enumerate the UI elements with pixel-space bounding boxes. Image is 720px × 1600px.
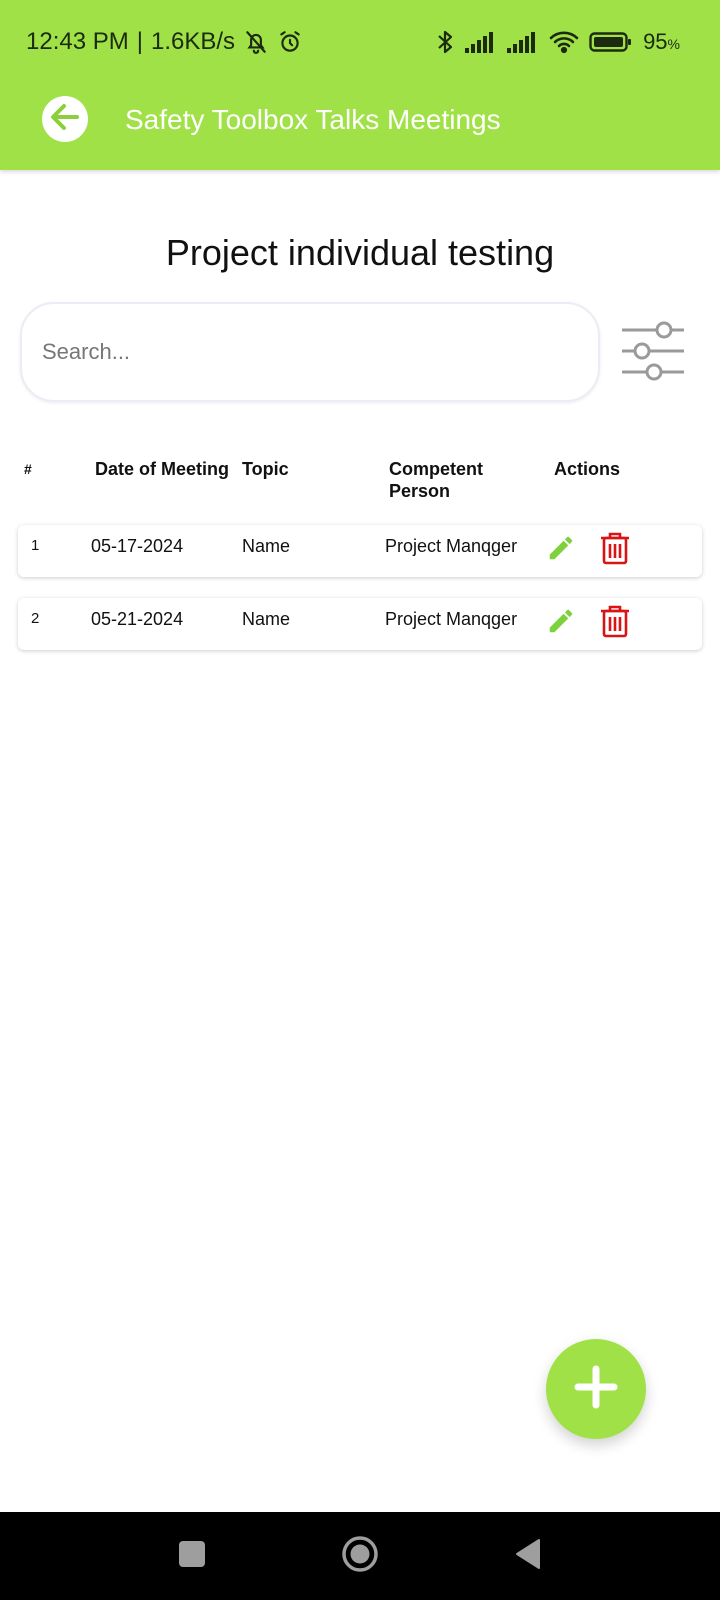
- battery-icon: [589, 30, 633, 54]
- trash-icon: [599, 604, 631, 643]
- filter-button[interactable]: [618, 318, 688, 388]
- battery-unit: %: [667, 36, 680, 52]
- home-button[interactable]: [340, 1535, 380, 1578]
- wifi-icon: [549, 30, 579, 54]
- row-date: 05-21-2024: [91, 609, 184, 629]
- delete-button[interactable]: [598, 531, 632, 570]
- arrow-left-icon: [47, 99, 83, 140]
- status-separator: |: [136, 28, 143, 55]
- row-person: Project Manqger: [385, 609, 518, 629]
- home-circle-icon: [341, 1535, 379, 1578]
- bluetooth-icon: [435, 28, 455, 56]
- status-time: 12:43 PM: [26, 28, 129, 55]
- page-title: Project individual testing: [165, 232, 555, 273]
- signal-icon: [507, 30, 539, 54]
- alarm-icon: [277, 29, 303, 55]
- add-meeting-button[interactable]: [546, 1339, 646, 1439]
- table-header: # Date of Meeting Topic Competent Person…: [0, 458, 720, 508]
- row-index: 2: [31, 610, 40, 627]
- app-header: 12:43 PM | 1.6KB/s 95% Safety Toolbox Ta…: [0, 0, 720, 170]
- back-button[interactable]: [42, 96, 88, 142]
- column-header-topic: Topic: [242, 459, 289, 479]
- recents-button[interactable]: [172, 1536, 212, 1576]
- row-person: Project Manqger: [385, 536, 518, 556]
- row-date: 05-17-2024: [91, 536, 184, 556]
- trash-icon: [599, 531, 631, 570]
- network-speed: 1.6KB/s: [150, 28, 236, 55]
- column-header-actions: Actions: [554, 459, 621, 479]
- row-index: 1: [31, 537, 40, 554]
- header-title: Safety Toolbox Talks Meetings: [125, 104, 501, 135]
- delete-button[interactable]: [598, 604, 632, 643]
- search-input[interactable]: [42, 332, 582, 372]
- plus-icon: [573, 1364, 619, 1415]
- row-topic: Name: [242, 609, 291, 629]
- sliders-icon: [618, 321, 688, 392]
- bell-off-icon: [243, 29, 269, 55]
- back-nav-button[interactable]: [508, 1536, 548, 1576]
- status-bar: 12:43 PM | 1.6KB/s 95%: [0, 0, 720, 86]
- edit-button[interactable]: [544, 606, 578, 640]
- column-header-date: Date of Meeting: [95, 459, 230, 479]
- signal-icon: [465, 30, 497, 54]
- status-right: 95%: [435, 28, 680, 56]
- table-row[interactable]: 1 05-17-2024 Name Project Manqger: [18, 525, 702, 577]
- column-header-person-line2: Person: [389, 481, 451, 501]
- row-topic: Name: [242, 536, 291, 556]
- pencil-icon: [546, 606, 576, 641]
- column-header-index: #: [24, 461, 32, 477]
- edit-button[interactable]: [544, 533, 578, 567]
- column-header-person-line1: Competent: [389, 459, 483, 479]
- battery-level: 95%: [643, 29, 680, 55]
- recents-square-icon: [178, 1540, 206, 1573]
- system-nav-bar: [0, 1512, 720, 1600]
- battery-percent: 95: [643, 29, 668, 54]
- pencil-icon: [546, 533, 576, 568]
- search-box: [20, 302, 600, 402]
- back-triangle-icon: [513, 1538, 543, 1575]
- status-left: 12:43 PM | 1.6KB/s: [26, 28, 303, 56]
- table-row[interactable]: 2 05-21-2024 Name Project Manqger: [18, 598, 702, 650]
- column-header-person: Competent Person: [389, 458, 483, 502]
